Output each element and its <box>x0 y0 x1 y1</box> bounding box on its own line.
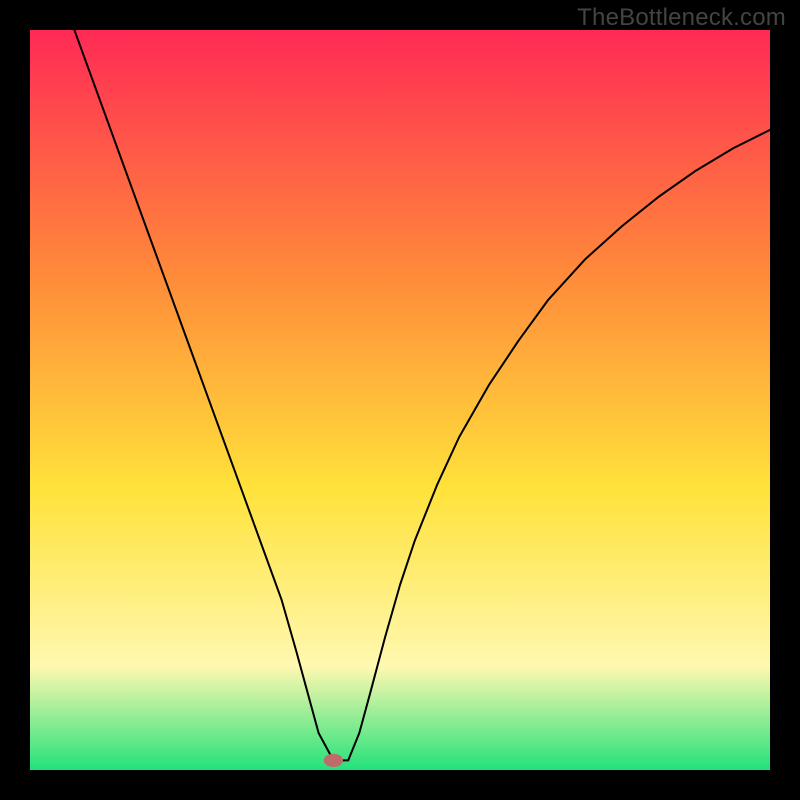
chart-frame: TheBottleneck.com <box>0 0 800 800</box>
plot-area <box>30 30 770 770</box>
plot-svg <box>30 30 770 770</box>
gradient-background <box>30 30 770 770</box>
watermark-text: TheBottleneck.com <box>577 4 786 32</box>
optimal-marker <box>324 754 343 767</box>
